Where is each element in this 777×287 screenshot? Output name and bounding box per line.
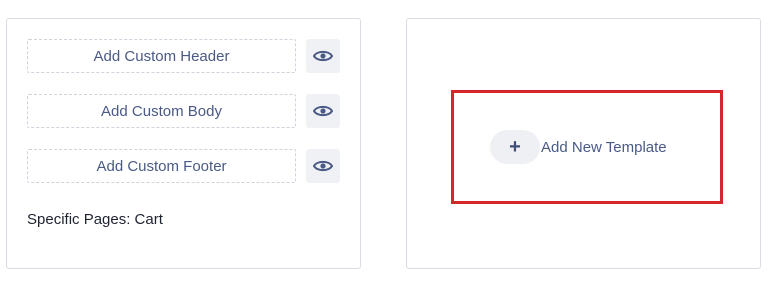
preview-footer-button[interactable] <box>306 149 340 183</box>
preview-body-button[interactable] <box>306 94 340 128</box>
eye-icon <box>313 105 333 117</box>
eye-icon <box>313 50 333 62</box>
add-custom-body-button[interactable]: Add Custom Body <box>27 94 296 128</box>
template-card: Add Custom Header Add Custom Body Add Cu… <box>6 18 361 269</box>
plus-icon: + <box>490 130 540 164</box>
eye-icon <box>313 160 333 172</box>
add-new-template-button[interactable]: + Add New Template <box>490 129 667 165</box>
add-custom-footer-button[interactable]: Add Custom Footer <box>27 149 296 183</box>
add-custom-header-button[interactable]: Add Custom Header <box>27 39 296 73</box>
add-new-template-label: Add New Template <box>541 138 667 156</box>
preview-header-button[interactable] <box>306 39 340 73</box>
display-condition-text: Specific Pages: Cart <box>27 211 163 228</box>
